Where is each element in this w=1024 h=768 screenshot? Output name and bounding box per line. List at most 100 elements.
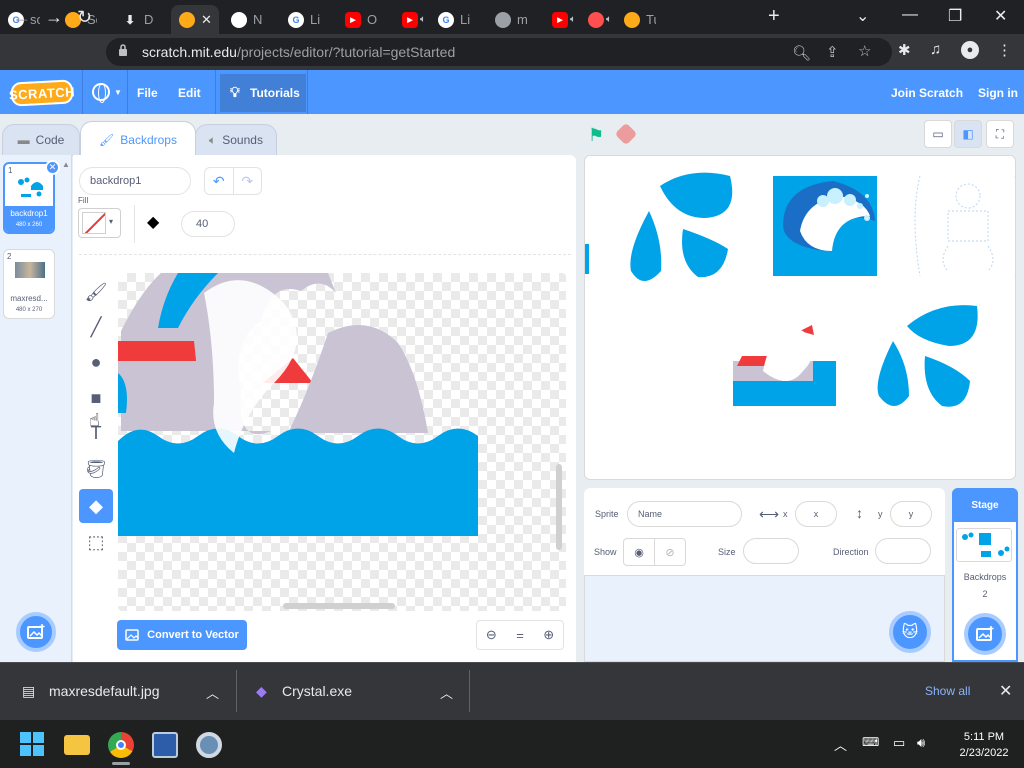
windows-start-icon[interactable]: [20, 732, 44, 756]
small-stage-icon[interactable]: ▭: [924, 120, 952, 148]
costume-name-input[interactable]: backdrop1: [79, 167, 191, 195]
circle-tool[interactable]: ●: [79, 345, 113, 379]
undo-icon[interactable]: ↶: [205, 168, 233, 194]
share-icon[interactable]: ⇪: [826, 43, 839, 61]
convert-to-vector-button[interactable]: Convert to Vector: [117, 620, 247, 650]
browser-tab[interactable]: ▶ Offi: [337, 5, 377, 34]
size-input[interactable]: [743, 538, 799, 564]
tab-backdrops[interactable]: 🖌︎ Backdrops: [80, 121, 196, 157]
backdrops-label: Backdrops: [963, 572, 1007, 582]
browser-tab[interactable]: ma: [487, 5, 527, 34]
choose-backdrop-button[interactable]: [16, 612, 56, 652]
fullscreen-icon[interactable]: ⛶: [986, 120, 1014, 148]
file-icon: ▤: [22, 683, 36, 699]
close-downloads-icon[interactable]: ✕: [999, 681, 1012, 701]
extensions-icon[interactable]: ✱: [898, 41, 911, 59]
eye-hidden-icon[interactable]: ⊘: [655, 539, 685, 565]
download-item-1[interactable]: maxresdefault.jpg: [49, 683, 160, 699]
fill-tool[interactable]: 🪣︎: [79, 452, 113, 486]
fill-color-picker[interactable]: ▾: [78, 208, 121, 238]
paint-canvas[interactable]: [118, 273, 566, 611]
scratch-logo[interactable]: SCRATCH: [9, 79, 75, 107]
chevron-up-icon[interactable]: ︿: [834, 735, 847, 754]
close-window-icon[interactable]: ✕: [994, 6, 1007, 26]
chrome-menu-icon[interactable]: ⋮: [997, 41, 1012, 59]
zoom-icon[interactable]: 🔍︎: [792, 44, 811, 62]
choose-sprite-button[interactable]: 🐱︎: [889, 611, 931, 653]
menu-divider: [82, 70, 83, 114]
choose-backdrop-stage-button[interactable]: [964, 613, 1006, 655]
media-icon[interactable]: ♫: [930, 41, 941, 58]
zoom-in-icon[interactable]: ⊕: [534, 621, 563, 649]
redo-icon[interactable]: ↷: [232, 168, 262, 194]
browser-tab[interactable]: 🔈︎: [580, 5, 620, 34]
file-menu[interactable]: File: [137, 86, 158, 100]
browser-tab[interactable]: ✕: [171, 5, 219, 34]
canvas-vertical-scrollbar[interactable]: [556, 464, 562, 550]
normal-stage-icon[interactable]: ◧: [954, 120, 982, 148]
sprite-name-input[interactable]: Name: [627, 501, 742, 527]
tab-code[interactable]: ▬ Code: [2, 124, 80, 156]
browser-tab[interactable]: Tur: [616, 5, 656, 34]
sign-in-link[interactable]: Sign in: [978, 86, 1018, 100]
minimize-icon[interactable]: —: [902, 6, 918, 24]
back-icon[interactable]: ←: [13, 7, 31, 28]
close-tab-icon[interactable]: ✕: [201, 12, 212, 28]
browser-tab[interactable]: ⬇ Dov: [114, 5, 154, 34]
chevron-up-icon[interactable]: ︿: [206, 683, 219, 702]
select-tool[interactable]: ⬚: [79, 525, 113, 559]
show-all-link[interactable]: Show all: [925, 684, 970, 698]
scroll-up-icon[interactable]: ▲: [62, 160, 70, 170]
browser-tab[interactable]: ▶ 🔈︎: [394, 5, 434, 34]
restore-icon[interactable]: ❐: [948, 6, 962, 26]
profile-icon[interactable]: ●: [961, 41, 979, 59]
y-position-input[interactable]: y: [890, 501, 932, 527]
tab-title: Tur: [646, 12, 656, 27]
edit-menu[interactable]: Edit: [178, 86, 201, 100]
join-scratch-link[interactable]: Join Scratch: [891, 86, 963, 100]
eye-icon[interactable]: ◉: [624, 539, 655, 565]
green-flag-icon[interactable]: ⚑: [588, 125, 604, 146]
browser-tab[interactable]: Nev: [223, 5, 263, 34]
delete-backdrop-icon[interactable]: ✕: [45, 160, 60, 175]
brush-icon: 🖌︎: [99, 132, 115, 147]
clock[interactable]: 5:11 PM 2/23/2022: [948, 729, 1020, 761]
no-fill-swatch: [82, 212, 106, 234]
scratch-icon: [624, 11, 640, 28]
reload-icon[interactable]: ↻: [77, 7, 92, 28]
stage-canvas[interactable]: [584, 155, 1016, 480]
download-item-2[interactable]: Crystal.exe: [282, 683, 352, 699]
tab-search-icon[interactable]: ⌄: [856, 6, 869, 26]
chevron-up-icon[interactable]: ︿: [440, 683, 453, 702]
tutorial-icon: [588, 11, 604, 28]
browser-tab[interactable]: ▶ 🔈︎: [544, 5, 584, 34]
brush-tool[interactable]: 🖌︎: [79, 275, 113, 309]
menu-divider: [127, 70, 128, 114]
browser-tab[interactable]: G Live: [280, 5, 320, 34]
settings-icon[interactable]: [196, 732, 222, 758]
zoom-out-icon[interactable]: ⊖: [477, 621, 506, 649]
new-tab-button[interactable]: +: [768, 5, 780, 28]
speaker-icon: 🔈︎: [209, 132, 217, 147]
x-position-input[interactable]: x: [795, 501, 837, 527]
language-globe-icon[interactable]: [92, 83, 110, 103]
lightbulb-icon: 💡︎: [230, 84, 240, 100]
bookmark-star-icon[interactable]: ☆: [858, 42, 871, 60]
volume-icon[interactable]: 🔊︎: [917, 735, 925, 751]
line-tool[interactable]: ╱: [79, 310, 113, 344]
direction-input[interactable]: [875, 538, 931, 564]
canvas-horizontal-scrollbar[interactable]: [283, 603, 395, 609]
url-input[interactable]: scratch.mit.edu/projects/editor/?tutoria…: [106, 38, 892, 66]
brush-size-input[interactable]: 40: [181, 211, 235, 237]
tab-sounds[interactable]: 🔈︎ Sounds: [195, 124, 277, 156]
forward-icon[interactable]: →: [45, 7, 63, 28]
browser-tab[interactable]: G Live: [430, 5, 470, 34]
mouse-pointer-icon: ☝︎: [89, 410, 100, 430]
keyboard-icon[interactable]: ⌨: [862, 735, 879, 749]
file-explorer-icon[interactable]: [64, 735, 90, 755]
eraser-tool[interactable]: ◆: [79, 489, 113, 523]
remote-desktop-icon[interactable]: [152, 732, 178, 758]
backdrop-item-2[interactable]: 2 maxresd... 480 x 270: [3, 249, 55, 319]
zoom-reset-button[interactable]: =: [506, 621, 535, 649]
monitor-icon[interactable]: ▭: [893, 735, 905, 751]
